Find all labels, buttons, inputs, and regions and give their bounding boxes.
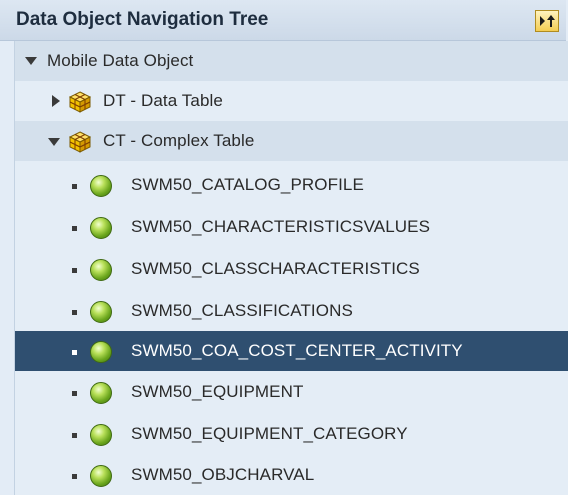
tree-leaf-label: SWM50_EQUIPMENT_CATEGORY: [131, 424, 408, 443]
bullet-icon: [72, 433, 77, 438]
tree-leaf-objcharval[interactable]: SWM50_OBJCHARVAL: [15, 455, 568, 495]
tree-leaf-label: SWM50_EQUIPMENT: [131, 382, 304, 401]
tree-leaf-label: SWM50_CLASSIFICATIONS: [131, 301, 353, 320]
green-status-icon: [90, 424, 112, 446]
bullet-icon: [72, 226, 77, 231]
bullet-icon: [72, 474, 77, 479]
tree-leaf-characteristicsvalues[interactable]: SWM50_CHARACTERISTICSVALUES: [15, 207, 568, 247]
tree-view: Mobile Data Object DT - Data Table CT - …: [14, 41, 568, 495]
green-status-icon: [90, 465, 112, 487]
bullet-icon: [72, 350, 77, 355]
green-status-icon: [90, 175, 112, 197]
bullet-icon: [72, 391, 77, 396]
tree-node-complex-table[interactable]: CT - Complex Table: [15, 121, 568, 161]
green-status-icon: [90, 382, 112, 404]
collapsed-caret-icon[interactable]: [52, 95, 60, 107]
tree-leaf-label: SWM50_CATALOG_PROFILE: [131, 175, 364, 194]
bullet-icon: [72, 268, 77, 273]
tree-leaf-equipment-category[interactable]: SWM50_EQUIPMENT_CATEGORY: [15, 414, 568, 454]
panel-title: Data Object Navigation Tree: [16, 9, 269, 30]
green-status-icon: [90, 259, 112, 281]
tree-leaf-label: SWM50_CHARACTERISTICSVALUES: [131, 217, 431, 236]
expand-collapse-icon: [540, 15, 555, 27]
tree-leaf-label: SWM50_CLASSCHARACTERISTICS: [131, 259, 420, 278]
expanded-caret-icon[interactable]: [25, 57, 37, 65]
bullet-icon: [72, 310, 77, 315]
tree-node-root[interactable]: Mobile Data Object: [15, 41, 568, 81]
tree-leaf-coa-cost-center-activity[interactable]: SWM50_COA_COST_CENTER_ACTIVITY: [15, 331, 568, 371]
navigation-tree-panel: Data Object Navigation Tree Mobile Data …: [0, 0, 568, 495]
panel-header: Data Object Navigation Tree: [0, 0, 566, 41]
tree-leaf-label: SWM50_COA_COST_CENTER_ACTIVITY: [131, 341, 463, 360]
expanded-caret-icon[interactable]: [48, 138, 60, 146]
table-cube-icon: [68, 91, 92, 113]
tree-leaf-classcharacteristics[interactable]: SWM50_CLASSCHARACTERISTICS: [15, 249, 568, 289]
tree-node-data-table[interactable]: DT - Data Table: [15, 81, 568, 121]
green-status-icon: [90, 217, 112, 239]
green-status-icon: [90, 301, 112, 323]
tree-node-label: Mobile Data Object: [47, 51, 194, 70]
table-cube-icon: [68, 131, 92, 153]
bullet-icon: [72, 184, 77, 189]
green-status-icon: [90, 341, 112, 363]
tree-node-label: DT - Data Table: [103, 91, 223, 110]
tree-node-label: CT - Complex Table: [103, 131, 255, 150]
expand-collapse-button[interactable]: [535, 10, 559, 32]
tree-leaf-classifications[interactable]: SWM50_CLASSIFICATIONS: [15, 291, 568, 331]
tree-leaf-label: SWM50_OBJCHARVAL: [131, 465, 315, 484]
tree-leaf-equipment[interactable]: SWM50_EQUIPMENT: [15, 372, 568, 412]
tree-leaf-catalog-profile[interactable]: SWM50_CATALOG_PROFILE: [15, 165, 568, 205]
